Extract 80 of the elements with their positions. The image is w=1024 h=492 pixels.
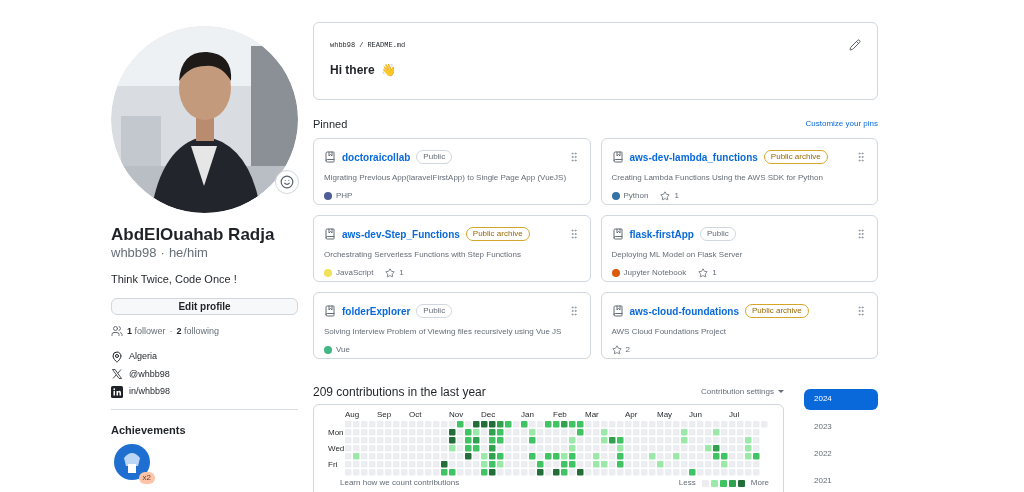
month-label: Jun xyxy=(689,410,702,421)
language-name: JavaScript xyxy=(336,266,374,279)
contributions-heading: 209 contributions in the last year xyxy=(313,383,486,401)
year-tab[interactable]: 2023 xyxy=(804,417,878,437)
repo-name-link[interactable]: flask-firstApp xyxy=(629,226,694,242)
repo-icon xyxy=(324,151,336,163)
month-label: Jan xyxy=(521,410,534,421)
repo-name-link[interactable]: aws-cloud-foundations xyxy=(629,303,739,319)
repo-description: AWS Cloud Foundations Project xyxy=(611,325,727,338)
emoji-status-button[interactable] xyxy=(275,170,299,194)
stars-link[interactable]: 1 xyxy=(698,266,717,279)
x-profile-link[interactable]: @whbb98 xyxy=(129,367,170,381)
drag-handle-icon[interactable] xyxy=(855,228,867,240)
month-label: Apr xyxy=(625,410,638,421)
username: whbb98 xyxy=(111,245,157,261)
customize-pins-link[interactable]: Customize your pins xyxy=(805,118,878,131)
repo-description: Solving Interview Problem of Viewing files recursively using Vue JS xyxy=(324,325,563,338)
linkedin-link[interactable]: in/whbb98 xyxy=(129,385,171,399)
edit-pencil-icon[interactable] xyxy=(849,39,861,51)
repo-icon xyxy=(611,151,624,163)
separator-dot: · xyxy=(169,324,173,338)
drag-handle-icon[interactable] xyxy=(855,151,867,163)
repo-icon xyxy=(611,228,624,240)
stars-link[interactable]: 2 xyxy=(611,343,630,356)
repo-description: Deploying ML Model on Flask Server xyxy=(611,248,744,261)
month-label: Mar xyxy=(585,410,599,421)
separator-dot: · xyxy=(160,245,165,261)
month-label: Nov xyxy=(449,410,464,421)
day-label: Fri xyxy=(328,460,339,469)
smiley-icon xyxy=(280,175,294,189)
language-name: Vue xyxy=(336,343,350,356)
pinned-heading: Pinned xyxy=(313,117,348,132)
language-name: Jupyter Notebook xyxy=(623,266,687,279)
stars-link[interactable]: 1 xyxy=(660,189,679,202)
location-pin-icon xyxy=(111,350,123,363)
year-tab[interactable]: 2021 xyxy=(804,471,878,491)
day-label: Mon xyxy=(328,428,345,437)
legend-less: Less xyxy=(678,478,696,488)
readme-heading: Hi there xyxy=(330,62,375,79)
day-label: Wed xyxy=(328,444,345,453)
month-label: Feb xyxy=(553,410,567,421)
repo-name-link[interactable]: doctoraicollab xyxy=(342,149,411,165)
repo-description: Creating Lambda Functions Using the AWS SDK for Python xyxy=(611,171,824,184)
legend-more: More xyxy=(750,478,769,488)
waving-hand-emoji: 👋 xyxy=(380,62,396,79)
learn-contributions-link[interactable]: Learn how we count contributions xyxy=(340,478,460,488)
achievements-heading: Achievements xyxy=(111,422,187,438)
repo-icon xyxy=(324,305,336,317)
followers-link[interactable]: 1 follower xyxy=(127,324,166,338)
month-label: Sep xyxy=(377,410,392,421)
people-icon xyxy=(111,325,123,338)
repo-icon xyxy=(611,305,624,317)
linkedin-logo-icon xyxy=(111,385,123,398)
year-tab[interactable]: 2024 xyxy=(804,388,878,410)
language-name: PHP xyxy=(336,189,353,202)
repo-description: Orchestrating Serverless Functions with Step Functions xyxy=(324,248,522,261)
month-label: Dec xyxy=(481,410,496,421)
profile-name: AbdElOuahab Radja xyxy=(111,225,276,245)
repo-icon xyxy=(324,228,336,240)
bio: Think Twice, Code Once ! xyxy=(111,272,238,287)
repo-name-link[interactable]: folderExplorer xyxy=(342,303,411,319)
badge-multiplier: x2 xyxy=(138,472,155,484)
contribution-settings-button[interactable]: Contribution settings xyxy=(701,385,784,398)
repo-description: Migrating Previous App(laravelFirstApp) to Single Page App (VueJS) xyxy=(324,171,568,184)
month-label: Oct xyxy=(409,410,422,421)
month-label: Jul xyxy=(729,410,740,421)
stars-link[interactable]: 1 xyxy=(385,266,404,279)
month-label: May xyxy=(657,410,673,421)
repo-name-link[interactable]: aws-dev-lambda_functions xyxy=(629,149,758,165)
edit-profile-button[interactable]: Edit profile xyxy=(111,297,298,315)
pronouns: he/him xyxy=(168,245,208,261)
language-name: Python xyxy=(623,189,649,202)
following-link[interactable]: 2 following xyxy=(176,324,220,338)
month-label: Aug xyxy=(345,410,360,421)
year-tab[interactable]: 2022 xyxy=(804,444,878,464)
location-text: Algeria xyxy=(129,350,157,363)
x-logo-icon xyxy=(111,368,123,381)
achievement-badge-icon[interactable] xyxy=(114,444,150,480)
drag-handle-icon[interactable] xyxy=(855,305,867,317)
repo-name-link[interactable]: aws-dev-Step_Functions xyxy=(342,226,460,242)
